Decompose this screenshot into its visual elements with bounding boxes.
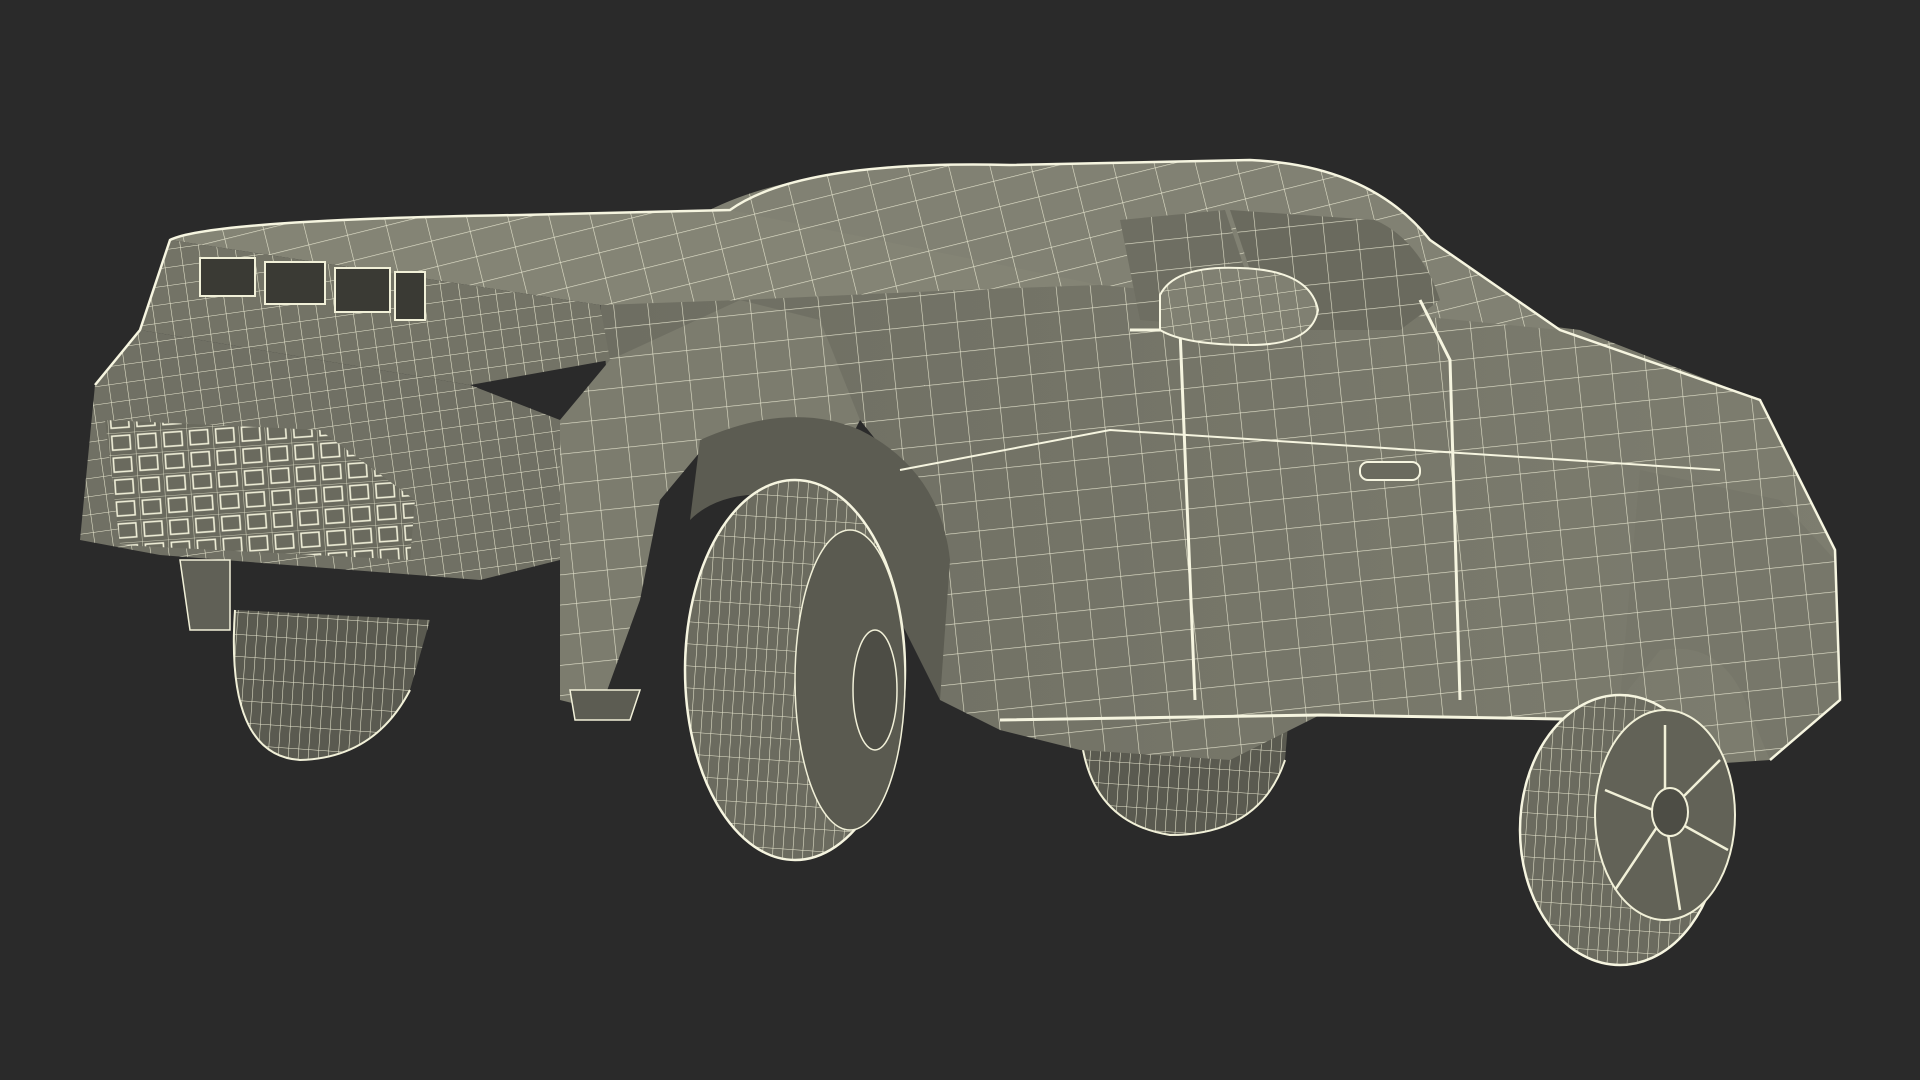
underbody-plate: [569, 689, 642, 721]
render-viewport: [0, 0, 1920, 1080]
door-handle: [1359, 461, 1421, 481]
side-mirror: [1159, 266, 1320, 347]
front-left-wheel: [232, 609, 430, 762]
wireframe-render: [80, 158, 1842, 967]
rear-right-wheel: [1518, 693, 1736, 967]
front-right-wheel: [683, 478, 907, 862]
tow-hook: [179, 559, 231, 631]
